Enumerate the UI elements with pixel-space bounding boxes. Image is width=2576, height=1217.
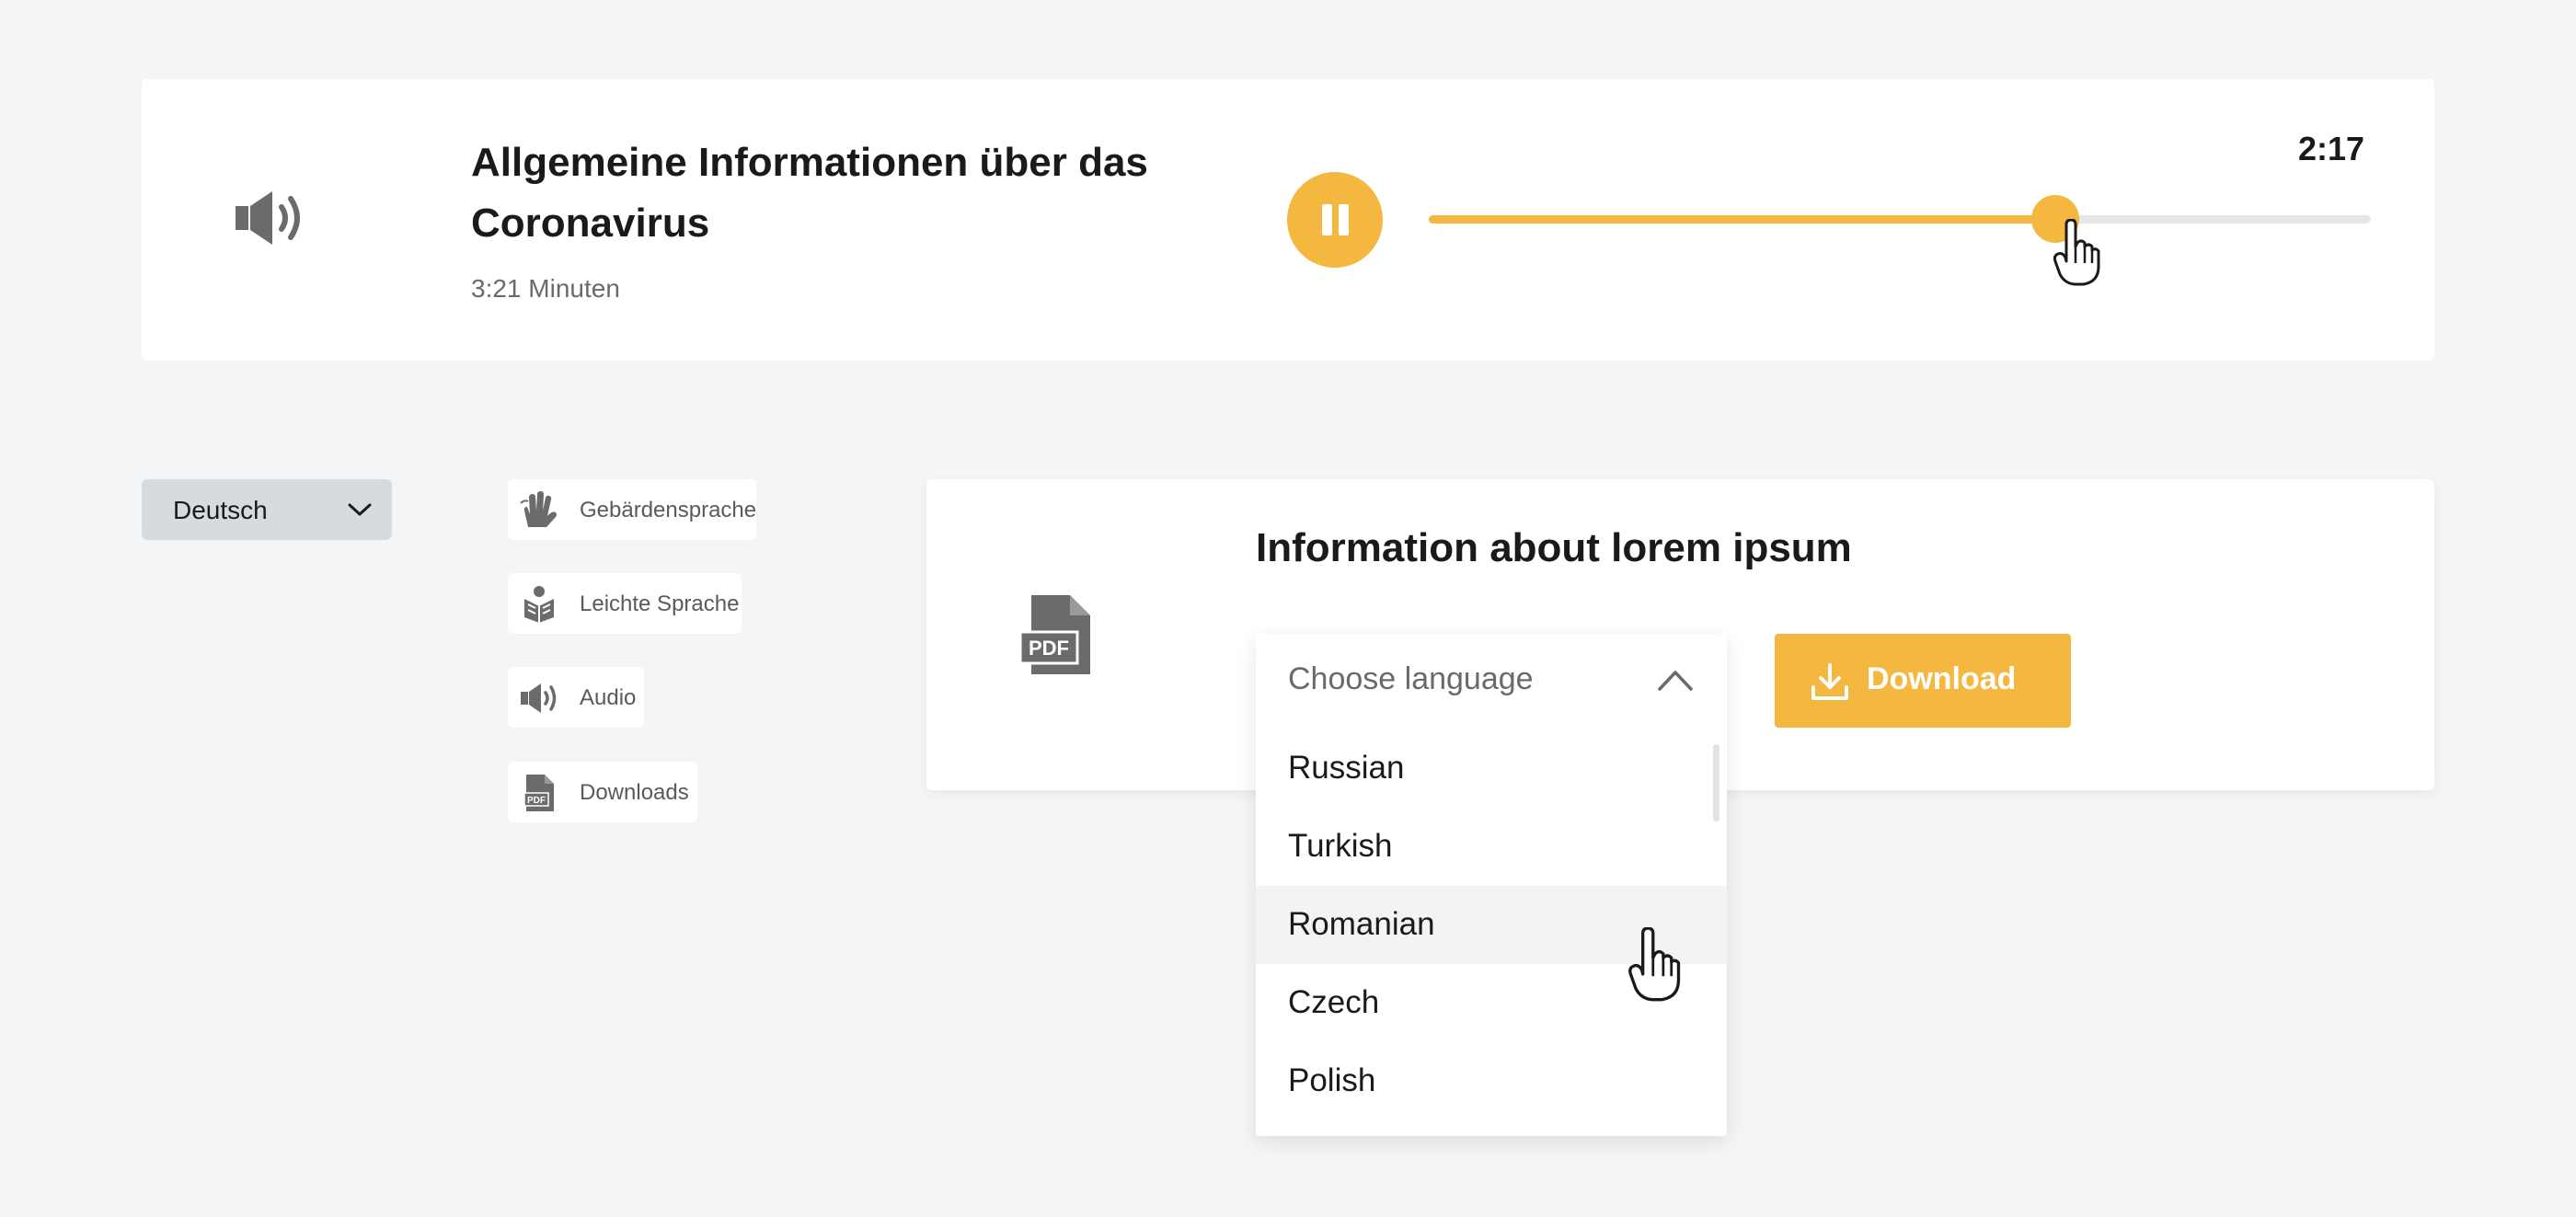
audio-title: Allgemeine Informationen über das Corona… (471, 140, 1148, 246)
hand-cursor-icon (1628, 927, 1682, 1003)
option-label: Russian (1288, 750, 1405, 786)
option-label: Turkish (1288, 828, 1393, 864)
pause-button[interactable] (1287, 172, 1383, 268)
progress-slider[interactable] (1429, 195, 2371, 243)
chip-label-downloads: Downloads (580, 780, 689, 805)
chip-downloads[interactable]: PDF Downloads (508, 762, 697, 822)
option-label: Czech (1288, 984, 1380, 1020)
dropdown-option[interactable]: Polish (1256, 1042, 1727, 1120)
svg-text:PDF: PDF (1029, 637, 1069, 660)
audio-duration: 3:21 Minuten (471, 274, 620, 303)
dropdown-placeholder: Choose language (1288, 661, 1534, 696)
chip-label-audio: Audio (580, 685, 637, 710)
chevron-up-icon (1657, 667, 1694, 693)
download-icon (1810, 661, 1850, 702)
easy-language-icon (519, 584, 559, 625)
chip-audio[interactable]: Audio (508, 667, 644, 728)
language-select-value: Deutsch (173, 496, 268, 524)
progress-fill (1429, 215, 2055, 224)
language-select[interactable]: Deutsch (142, 479, 392, 540)
pause-icon (1322, 204, 1332, 235)
dropdown-option[interactable]: Turkish (1256, 808, 1727, 886)
sign-language-icon (519, 490, 559, 531)
speaker-icon (519, 678, 559, 718)
language-dropdown: Choose language Russian Turkish Romanian… (1256, 634, 1727, 1136)
download-button-label: Download (1867, 661, 2017, 696)
hand-cursor-icon (2053, 219, 2101, 287)
chip-label-sign-language: Gebärdensprache (580, 498, 757, 522)
chip-sign-language[interactable]: Gebärdensprache (508, 479, 756, 540)
pdf-icon: PDF (519, 773, 559, 813)
chevron-down-icon (348, 499, 372, 520)
dropdown-option[interactable]: Russian (1256, 729, 1727, 808)
chip-label-easy-language: Leichte Sprache (580, 591, 740, 616)
current-time: 2:17 (2297, 130, 2364, 167)
pdf-icon: PDF (1018, 593, 1092, 676)
option-label: Polish (1288, 1062, 1376, 1098)
option-label: Romanian (1288, 906, 1435, 942)
speaker-icon (234, 189, 315, 247)
svg-text:PDF: PDF (527, 796, 546, 806)
download-button[interactable]: Download (1775, 634, 2071, 728)
language-dropdown-toggle[interactable]: Choose language (1256, 634, 1727, 729)
chip-easy-language[interactable]: Leichte Sprache (508, 573, 742, 634)
document-title: Information about lorem ipsum (1256, 525, 1852, 570)
